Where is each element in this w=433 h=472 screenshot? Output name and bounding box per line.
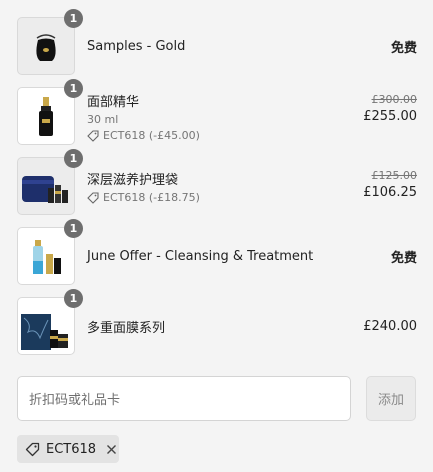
mask-collection-thumbnail-icon (21, 314, 68, 350)
product-image: 1 (17, 289, 83, 355)
original-price: £300.00 (371, 93, 418, 106)
item-info: 面部精华 30 ml ECT618 (-£45.00) (87, 87, 200, 145)
product-name: 深层滋养护理袋 (87, 173, 179, 188)
quantity-badge: 1 (64, 149, 83, 168)
product-name: 面部精华 (87, 95, 140, 110)
product-image: 1 (17, 9, 83, 75)
product-variant: 30 ml (87, 113, 119, 126)
serum-bottle-thumbnail-icon (39, 97, 53, 136)
quantity-badge: 1 (64, 79, 83, 98)
apply-discount-button[interactable]: 添加 (366, 376, 416, 421)
item-price: £300.00 £255.00 (363, 87, 417, 145)
pouch-thumbnail-icon (36, 34, 56, 61)
current-price: £240.00 (363, 318, 417, 334)
product-image: 1 (17, 149, 83, 215)
original-price: £125.00 (371, 169, 418, 182)
current-price: £106.25 (363, 185, 417, 200)
item-info: 深层滋养护理袋 ECT618 (-£18.75) (87, 157, 200, 215)
pouch-set-thumbnail-icon (22, 176, 68, 203)
product-image: 1 (17, 219, 83, 285)
tag-icon (87, 191, 99, 204)
discount-line: ECT618 (-£45.00) (87, 129, 200, 142)
line-item: 1 Samples - Gold 免费 (17, 9, 417, 75)
discount-text: ECT618 (-£45.00) (103, 129, 200, 142)
line-item: 1 June Offer - Cleansing & Treatment 免费 (17, 219, 417, 285)
current-price: £255.00 (363, 109, 417, 124)
item-price: 免费 (391, 227, 417, 285)
discount-code-input[interactable]: 折扣码或礼品卡 (17, 376, 351, 421)
discount-code-placeholder: 折扣码或礼品卡 (29, 393, 121, 408)
applied-discount-chip: ECT618 (17, 435, 119, 463)
discount-text: ECT618 (-£18.75) (103, 191, 200, 204)
free-price: 免费 (390, 250, 417, 266)
line-item: 1 深层滋养护理袋 ECT618 (-£18.75) £125.00 £106.… (17, 149, 417, 215)
quantity-badge: 1 (64, 289, 83, 308)
item-info: 多重面膜系列 (87, 297, 165, 355)
product-name: Samples - Gold (87, 38, 186, 54)
tag-icon (87, 129, 99, 142)
item-info: June Offer - Cleansing & Treatment (87, 227, 313, 285)
line-item: 1 面部精华 30 ml ECT618 (-£45.00) £300.00 £2… (17, 79, 417, 145)
product-name: 多重面膜系列 (87, 320, 166, 336)
item-price: 免费 (391, 17, 417, 75)
quantity-badge: 1 (64, 9, 83, 28)
applied-discount-code: ECT618 (46, 441, 97, 457)
bottle-set-thumbnail-icon (33, 240, 61, 274)
item-price: £125.00 £106.25 (363, 157, 417, 215)
tag-icon (25, 442, 40, 457)
line-item: 1 多重面膜系列 £240.00 (17, 289, 417, 355)
item-info: Samples - Gold (87, 17, 185, 75)
product-name: June Offer - Cleansing & Treatment (87, 248, 314, 264)
product-image: 1 (17, 79, 83, 145)
quantity-badge: 1 (64, 219, 83, 238)
item-price: £240.00 (363, 297, 417, 355)
discount-line: ECT618 (-£18.75) (87, 191, 200, 204)
close-icon[interactable] (106, 444, 117, 455)
free-price: 免费 (390, 40, 417, 56)
